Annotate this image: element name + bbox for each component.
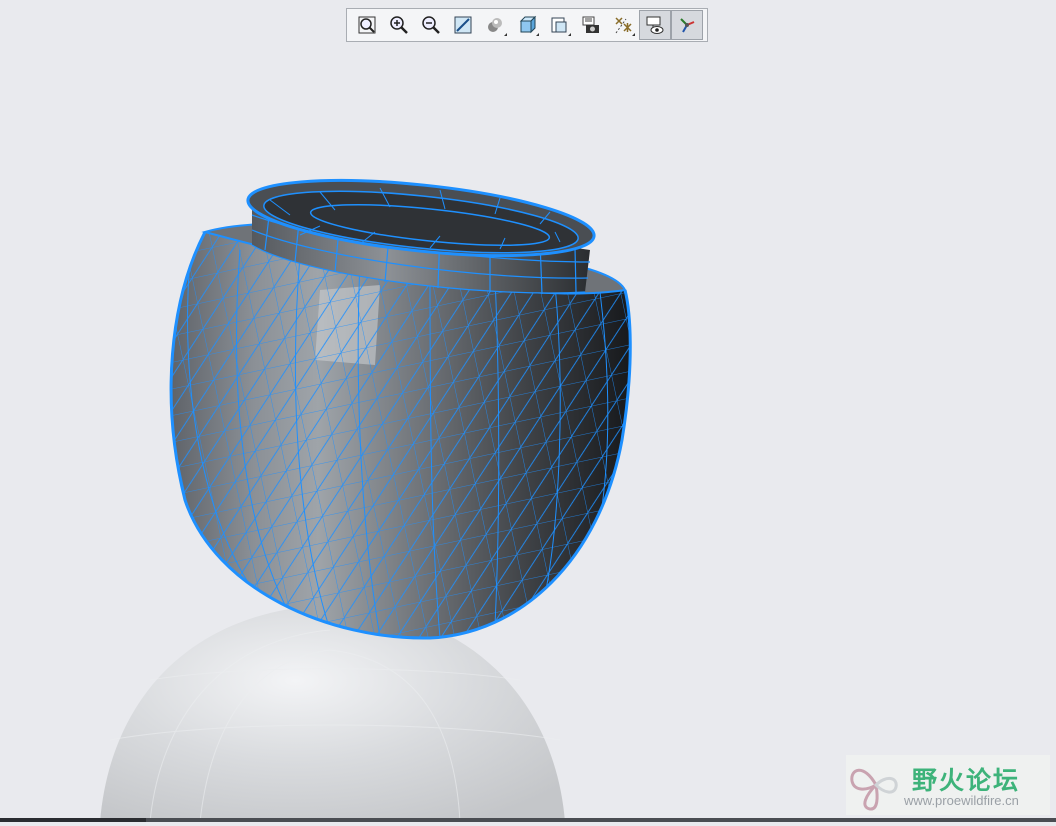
forum-url: www.proewildfire.cn <box>904 793 1019 808</box>
zoom-in-icon <box>390 16 408 34</box>
forum-name: 野火论坛 <box>912 766 1021 795</box>
spin-center-button[interactable] <box>671 10 703 40</box>
saved-orientations-button[interactable] <box>511 10 543 40</box>
display-style-button[interactable] <box>479 10 511 40</box>
cube-icon <box>519 15 537 34</box>
zoom-out-icon <box>422 16 440 34</box>
bottom-status-strip <box>0 818 1056 822</box>
3d-viewport[interactable]: 野火论坛 www.proewildfire.cn <box>0 0 1056 823</box>
section-button[interactable] <box>575 10 607 40</box>
refit-button[interactable] <box>351 10 383 40</box>
refit-icon <box>358 16 376 34</box>
annotation-display-button[interactable] <box>639 10 671 40</box>
spin-center-icon <box>680 18 695 33</box>
repaint-button[interactable] <box>447 10 479 40</box>
view-manager-icon <box>551 17 567 33</box>
view-manager-button[interactable] <box>543 10 575 40</box>
model-render <box>100 178 632 823</box>
zoom-out-button[interactable] <box>415 10 447 40</box>
zoom-in-button[interactable] <box>383 10 415 40</box>
camera-icon <box>582 16 599 33</box>
datum-display-icon <box>615 17 632 34</box>
repaint-icon <box>454 16 472 34</box>
annotation-display-icon <box>646 16 664 34</box>
datum-display-button[interactable] <box>607 10 639 40</box>
display-style-icon <box>488 18 502 32</box>
floor-sphere <box>100 605 565 822</box>
butterfly-logo-icon <box>850 768 898 811</box>
view-toolbar <box>346 8 708 42</box>
forum-watermark: 野火论坛 www.proewildfire.cn <box>846 755 1050 815</box>
